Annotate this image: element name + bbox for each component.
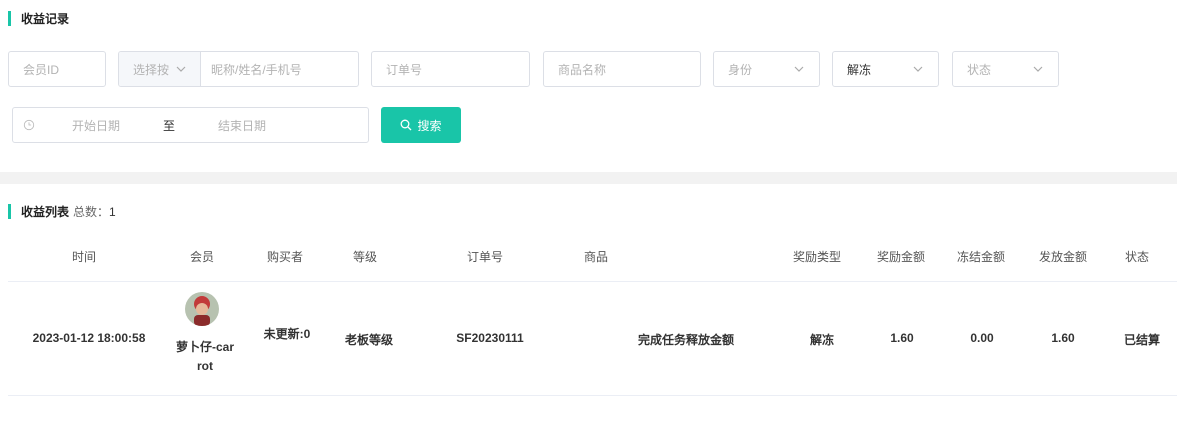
search-icon bbox=[401, 119, 412, 131]
header-level: 等级 bbox=[352, 250, 377, 264]
header-frozen-amount: 冻结金额 bbox=[956, 250, 1005, 264]
list-section-label: 收益列表 bbox=[21, 205, 70, 219]
start-date-input[interactable]: 开始日期 bbox=[37, 117, 155, 134]
identity-placeholder: 身份 bbox=[728, 62, 753, 77]
filter-section-label: 收益记录 bbox=[21, 12, 70, 26]
name-phone-input[interactable]: 昵称/姓名/手机号 bbox=[201, 52, 358, 86]
chevron-down-icon bbox=[793, 63, 805, 75]
clock-icon bbox=[23, 118, 37, 132]
cell-status: 已结算 bbox=[1123, 333, 1160, 347]
header-member: 会员 bbox=[189, 250, 214, 264]
product-name-input[interactable]: 商品名称 bbox=[543, 51, 701, 87]
identity-select[interactable]: 身份 bbox=[713, 51, 820, 87]
header-reward-type: 奖励类型 bbox=[792, 250, 841, 264]
cell-reward-amount: 1.60 bbox=[890, 331, 914, 345]
cell-reward-type: 解冻 bbox=[809, 333, 834, 347]
list-section-title: 收益列表 总数： 1 bbox=[8, 203, 116, 220]
name-phone-combo[interactable]: 选择按 昵称/姓名/手机号 bbox=[118, 51, 359, 87]
search-button[interactable]: 搜索 bbox=[381, 107, 461, 143]
member-name-line1: 萝卜仔-car bbox=[175, 340, 234, 354]
cell-product: 完成任务释放金额 bbox=[637, 333, 734, 347]
date-range-picker[interactable]: 开始日期 至 结束日期 bbox=[12, 107, 369, 143]
cell-paid-amount: 1.60 bbox=[1051, 331, 1075, 345]
member-id-placeholder: 会员ID bbox=[23, 62, 60, 77]
header-divider bbox=[8, 281, 1177, 282]
freeze-selected-value: 解冻 bbox=[847, 62, 872, 77]
avatar bbox=[185, 292, 219, 326]
header-time: 时间 bbox=[71, 250, 96, 264]
header-status: 状态 bbox=[1124, 250, 1149, 264]
cell-member: 萝卜仔-car rot bbox=[160, 338, 250, 376]
select-by-label: 选择按 bbox=[133, 62, 170, 77]
cell-buyer: 未更新:0 bbox=[263, 327, 311, 341]
accent-bar bbox=[8, 204, 11, 219]
status-select[interactable]: 状态 bbox=[952, 51, 1059, 87]
header-reward-amount: 奖励金额 bbox=[876, 250, 925, 264]
select-by-dropdown[interactable]: 选择按 bbox=[119, 52, 201, 86]
chevron-down-icon bbox=[1032, 63, 1044, 75]
order-no-input[interactable]: 订单号 bbox=[371, 51, 530, 87]
name-phone-placeholder: 昵称/姓名/手机号 bbox=[211, 62, 302, 77]
cell-order-no: SF20230111 bbox=[456, 331, 524, 345]
member-id-input[interactable]: 会员ID bbox=[8, 51, 106, 87]
freeze-select[interactable]: 解冻 bbox=[832, 51, 939, 87]
total-count-value: 1 bbox=[109, 204, 116, 219]
end-date-input[interactable]: 结束日期 bbox=[183, 117, 301, 134]
filter-section-title: 收益记录 bbox=[8, 10, 69, 27]
search-button-label: 搜索 bbox=[417, 118, 442, 133]
row-divider bbox=[8, 395, 1177, 396]
member-name-line2: rot bbox=[197, 359, 213, 373]
chevron-down-icon bbox=[176, 64, 186, 74]
chevron-down-icon bbox=[912, 63, 924, 75]
range-separator: 至 bbox=[162, 118, 175, 133]
cell-frozen-amount: 0.00 bbox=[970, 331, 994, 345]
cell-level: 老板等级 bbox=[344, 333, 393, 347]
header-product: 商品 bbox=[583, 250, 608, 264]
section-divider bbox=[0, 172, 1177, 184]
status-placeholder: 状态 bbox=[967, 62, 992, 77]
product-name-placeholder: 商品名称 bbox=[558, 62, 607, 77]
order-no-placeholder: 订单号 bbox=[386, 62, 423, 77]
header-paid-amount: 发放金额 bbox=[1038, 250, 1087, 264]
cell-time: 2023-01-12 18:00:58 bbox=[32, 331, 146, 345]
total-count-label: 总数： bbox=[73, 205, 110, 219]
header-buyer: 购买者 bbox=[266, 250, 303, 264]
accent-bar bbox=[8, 11, 11, 26]
header-order-no: 订单号 bbox=[466, 250, 503, 264]
